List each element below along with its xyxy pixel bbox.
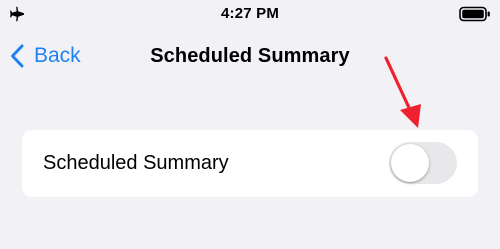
status-time: 4:27 PM	[220, 5, 280, 22]
annotation-arrow-icon	[384, 56, 421, 128]
status-bar: 4:27 PM	[0, 0, 500, 28]
toggle-knob	[391, 144, 429, 182]
scheduled-summary-label: Scheduled Summary	[43, 152, 229, 174]
settings-card: Scheduled Summary	[22, 130, 478, 197]
scheduled-summary-toggle[interactable]	[389, 142, 457, 184]
battery-icon	[459, 6, 490, 22]
